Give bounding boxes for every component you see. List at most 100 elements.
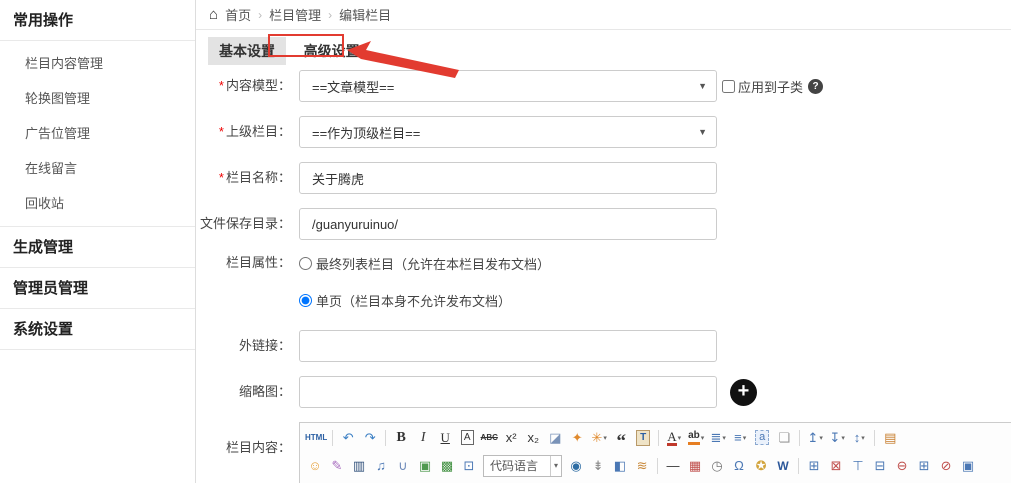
remote-image-icon[interactable]: ≋ — [632, 455, 652, 476]
new-page-icon[interactable]: ❏ — [774, 427, 794, 448]
paste-plain-text-icon[interactable]: T — [633, 427, 653, 448]
attachment-icon[interactable]: ∪ — [393, 455, 413, 476]
rich-text-editor: HTML ↶↷ BIUAABCx²x₂◪✦✳▾“T A▾ab▾≣▾≡▾a❏ ↥▾↧▾↕▾… — [299, 422, 1011, 483]
insert-row-icon[interactable]: ⊟ — [870, 455, 890, 476]
tab-basic-settings[interactable]: 基本设置 — [208, 37, 286, 65]
tab-advanced-settings[interactable]: 高级设置 — [293, 37, 371, 65]
breadcrumb-current: 编辑栏目 — [339, 5, 391, 24]
required-mark: * — [219, 170, 224, 185]
underline-icon[interactable]: U — [435, 427, 455, 448]
sidebar-item-column-content-mgmt[interactable]: 栏目内容管理 — [0, 45, 195, 80]
help-icon[interactable]: ? — [808, 79, 823, 94]
page-break-icon[interactable]: ⇟ — [588, 455, 608, 476]
delete-table-icon[interactable]: ⊠ — [826, 455, 846, 476]
ordered-list-icon[interactable]: ≣▾ — [708, 427, 728, 448]
text-highlight-icon[interactable]: ab▾ — [686, 427, 706, 448]
auto-typeset-icon[interactable]: ✳▾ — [589, 427, 609, 448]
font-color-icon[interactable]: A▾ — [664, 427, 684, 448]
paragraph-space-before-icon[interactable]: ↥▾ — [805, 427, 825, 448]
snapshot-icon[interactable]: ⊡ — [459, 455, 479, 476]
apply-to-children-label: 应用到子类 — [738, 77, 803, 96]
chevron-down-icon: ▾ — [678, 434, 682, 442]
unordered-list-icon[interactable]: ≡▾ — [730, 427, 750, 448]
breadcrumb-home[interactable]: 首页 — [225, 5, 251, 24]
save-dir-label: 文件保存目录： — [198, 208, 291, 240]
column-attr-label: 栏目属性： — [198, 254, 291, 272]
insert-table-icon[interactable]: ⊞ — [804, 455, 824, 476]
blockquote-icon[interactable]: “ — [611, 427, 631, 448]
external-link-input[interactable] — [299, 330, 717, 362]
insert-image-icon[interactable]: ▣ — [415, 455, 435, 476]
content-model-select[interactable]: ==文章模型== ▼ — [299, 70, 717, 102]
required-mark: * — [219, 124, 224, 139]
font-border-icon[interactable]: A — [457, 427, 477, 448]
emotion-icon[interactable]: ☺ — [305, 455, 325, 476]
breadcrumb-column-mgmt[interactable]: 栏目管理 — [269, 5, 321, 24]
chevron-down-icon: ▾ — [819, 434, 823, 442]
undo-icon[interactable]: ↶ — [338, 427, 358, 448]
editor-toolbar-row-2: ☺✎▥♫∪▣▩⊡代码语言▾◉⇟◧≋—▦◷Ω✪W⊞⊠⊤⊟⊖⊞⊘▣ — [300, 451, 1011, 479]
anchor-icon[interactable]: a — [752, 427, 772, 448]
column-name-input[interactable] — [299, 162, 717, 194]
table-title-icon[interactable]: ⊤ — [848, 455, 868, 476]
html-source-icon[interactable]: HTML — [305, 427, 327, 448]
chevron-down-icon: ▼ — [698, 81, 707, 91]
sidebar-item-ad-slot-mgmt[interactable]: 广告位管理 — [0, 115, 195, 150]
attr-option-single-page[interactable]: 单页（栏目本身不允许发布文档） — [299, 291, 550, 310]
format-brush-icon[interactable]: ✦ — [567, 427, 587, 448]
main-content: ⌂ 首页 › 栏目管理 › 编辑栏目 基本设置 高级设置 *内容模型： ==文章… — [196, 0, 1011, 483]
thumbnail-input[interactable] — [299, 376, 717, 408]
sidebar-item-online-messages[interactable]: 在线留言 — [0, 150, 195, 185]
sidebar-item-recycle-bin[interactable]: 回收站 — [0, 185, 195, 220]
chevron-down-icon: ▾ — [861, 434, 865, 442]
insert-time-icon[interactable]: ◷ — [707, 455, 727, 476]
italic-icon[interactable]: I — [413, 427, 433, 448]
code-language-select[interactable]: 代码语言▾ — [483, 455, 562, 477]
insert-date-icon[interactable]: ▦ — [685, 455, 705, 476]
special-chars-icon[interactable]: Ω — [729, 455, 749, 476]
columns-icon[interactable]: ◧ — [610, 455, 630, 476]
sidebar-item-carousel-mgmt[interactable]: 轮换图管理 — [0, 80, 195, 115]
attr-single-page-radio[interactable] — [299, 294, 312, 307]
sidebar-section-common-ops[interactable]: 常用操作 — [0, 0, 195, 41]
scrawl-icon[interactable]: ✎ — [327, 455, 347, 476]
apply-to-children-checkbox[interactable] — [722, 80, 735, 93]
toolbar-separator — [658, 430, 659, 446]
redo-icon[interactable]: ↷ — [360, 427, 380, 448]
attr-final-list-radio[interactable] — [299, 257, 312, 270]
apply-to-children-option[interactable]: 应用到子类 — [722, 77, 803, 96]
delete-column-icon[interactable]: ⊘ — [936, 455, 956, 476]
sidebar: 常用操作 栏目内容管理 轮换图管理 广告位管理 在线留言 回收站 生成管理 管理… — [0, 0, 196, 483]
attr-option-final-list[interactable]: 最终列表栏目（允许在本栏目发布文档） — [299, 254, 550, 273]
sidebar-section-admin-mgmt[interactable]: 管理员管理 — [0, 268, 195, 309]
remove-format-icon[interactable]: ◪ — [545, 427, 565, 448]
subscript-icon[interactable]: x₂ — [523, 427, 543, 448]
insert-code-icon[interactable]: ◉ — [566, 455, 586, 476]
merge-cells-icon[interactable]: ▣ — [958, 455, 978, 476]
superscript-icon[interactable]: x² — [501, 427, 521, 448]
table-border-icon[interactable]: ▤ — [880, 427, 900, 448]
thumbnail-add-button[interactable]: + — [730, 379, 757, 406]
insert-music-icon[interactable]: ♫ — [371, 455, 391, 476]
paragraph-space-after-icon[interactable]: ↧▾ — [827, 427, 847, 448]
delete-row-icon[interactable]: ⊖ — [892, 455, 912, 476]
horizontal-rule-icon[interactable]: — — [663, 455, 683, 476]
chevron-down-icon: ▾ — [550, 456, 561, 476]
word-import-icon[interactable]: W — [773, 455, 793, 476]
sidebar-section-system-settings[interactable]: 系统设置 — [0, 309, 195, 350]
insert-video-icon[interactable]: ▥ — [349, 455, 369, 476]
line-height-icon[interactable]: ↕▾ — [849, 427, 869, 448]
insert-map-icon[interactable]: ▩ — [437, 455, 457, 476]
chevron-down-icon: ▼ — [698, 127, 707, 137]
strikethrough-icon[interactable]: ABC — [479, 427, 499, 448]
toolbar-separator — [332, 430, 333, 446]
tab-bar: 基本设置 高级设置 — [196, 30, 1011, 70]
parent-column-select[interactable]: ==作为顶级栏目== ▼ — [299, 116, 717, 148]
map-with-key-icon[interactable]: ✪ — [751, 455, 771, 476]
toolbar-separator — [799, 430, 800, 446]
sidebar-section-generate-mgmt[interactable]: 生成管理 — [0, 227, 195, 268]
save-dir-input[interactable] — [299, 208, 717, 240]
bold-icon[interactable]: B — [391, 427, 411, 448]
column-content-label: 栏目内容： — [198, 422, 291, 456]
insert-column-icon[interactable]: ⊞ — [914, 455, 934, 476]
